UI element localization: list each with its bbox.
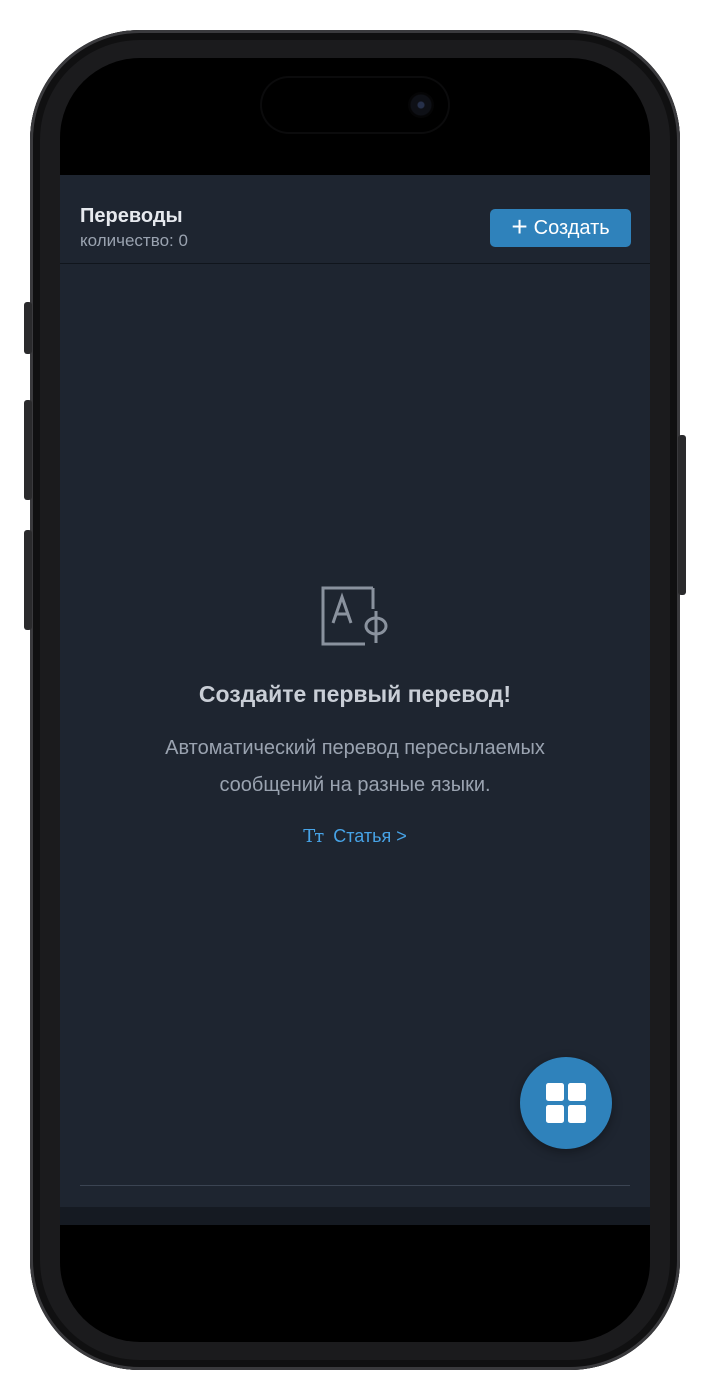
front-camera-icon [408, 92, 434, 118]
plus-icon: + [511, 211, 528, 242]
create-button[interactable]: + Создать [490, 209, 631, 247]
menu-fab-button[interactable] [520, 1057, 612, 1149]
action-button [24, 302, 32, 354]
empty-state-description: Автоматический перевод пересылаемых сооб… [165, 737, 545, 796]
article-link-label: Статья > [333, 826, 407, 846]
text-size-icon: Tт [303, 826, 324, 847]
empty-state-title: Создайте первый перевод! [198, 681, 512, 707]
create-button-label: Создать [533, 216, 610, 239]
article-link[interactable]: Tт Статья > [303, 826, 407, 847]
page-header: Переводы количество: 0 + Создать [60, 175, 650, 264]
volume-up-button [24, 400, 32, 500]
translations-app: Переводы количество: 0 + Создать Создайт… [60, 175, 650, 1225]
empty-state: Создайте первый перевод! Автоматический … [60, 585, 650, 847]
bottom-divider [80, 1185, 630, 1186]
page-title: Переводы [80, 205, 183, 227]
volume-down-button [24, 530, 32, 630]
grid-icon [546, 1083, 586, 1123]
translations-count: количество: 0 [80, 231, 188, 250]
bottom-bar [60, 1207, 650, 1225]
dynamic-island [262, 78, 448, 132]
power-button [678, 435, 686, 595]
translate-icon [321, 586, 388, 646]
